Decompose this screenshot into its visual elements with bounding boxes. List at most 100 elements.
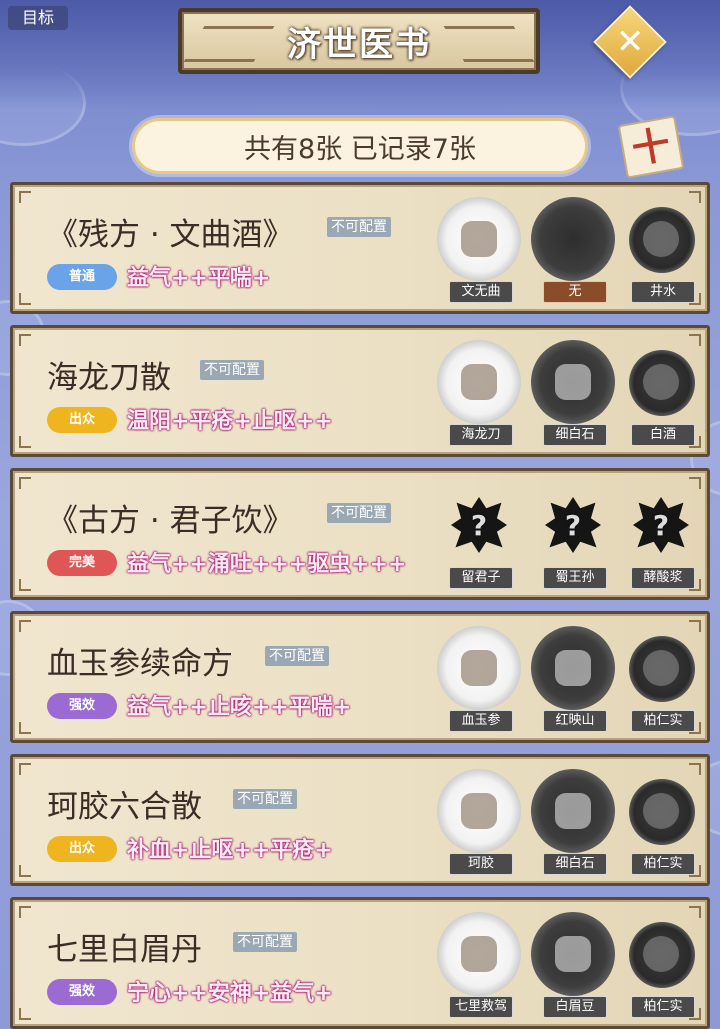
bowl-vessel [619, 626, 703, 710]
recipe-card[interactable]: 《残方 · 文曲酒》 不可配置 普通 益气++平喘+ 文无曲 无 井水 [10, 182, 710, 314]
config-status-tag: 不可配置 [200, 360, 264, 380]
ingredient-label: 珂胶 [449, 853, 513, 875]
config-status-tag: 不可配置 [327, 503, 391, 523]
ingredient-slot[interactable]: ? 酵酸浆 [619, 483, 705, 589]
close-icon: ✕ [615, 22, 645, 62]
seed-icon [619, 769, 703, 853]
ingredient-slot[interactable]: 柏仁实 [619, 626, 705, 732]
stone-icon [531, 769, 615, 853]
ingredient-slot[interactable]: 无 [531, 197, 617, 303]
dark-plate [531, 197, 615, 281]
effects-text: 益气++止咳++平喘+ [127, 695, 352, 720]
ingredient-slot[interactable]: ? 留君子 [437, 483, 523, 589]
herb-icon [531, 626, 615, 710]
recipe-card[interactable]: 《古方 · 君子饮》 不可配置 完美 益气++涌吐+++驱虫+++? 留君子? 蜀王孙? 酵… [10, 468, 710, 600]
ingredient-label: 文无曲 [449, 281, 513, 303]
effects-text: 益气++平喘+ [127, 266, 271, 291]
page-title: 济世医书 [287, 24, 431, 65]
liquor-icon [619, 340, 703, 424]
ingredient-slot[interactable]: ? 蜀王孙 [531, 483, 617, 589]
corner-ornament [19, 1008, 31, 1020]
corner-ornament [19, 722, 31, 734]
ingredient-slot[interactable]: 海龙刀 [437, 340, 523, 446]
mystery-shape: ? [541, 493, 605, 557]
recipe-name: 《残方 · 文曲酒》 [47, 217, 294, 253]
dark-plate [531, 912, 615, 996]
ingredient-label: 细白石 [543, 424, 607, 446]
ingredient-slot[interactable]: 文无曲 [437, 197, 523, 303]
mystery-shape: ? [447, 493, 511, 557]
ingredient-label: 细白石 [543, 853, 607, 875]
seed-icon [619, 912, 703, 996]
scroll-glyph: 十 [628, 122, 674, 172]
unknown-slot: ? [437, 483, 521, 567]
dark-plate [531, 626, 615, 710]
corner-ornament [19, 436, 31, 448]
ingredient-slot[interactable]: 井水 [619, 197, 705, 303]
record-count-banner: 共有8张 已记录7张 [132, 118, 588, 174]
goal-button[interactable]: 目标 [8, 6, 69, 30]
stick-herb-icon [437, 340, 521, 424]
grade-badge: 强效 [47, 693, 117, 719]
ingredient-slot[interactable]: 白眉豆 [531, 912, 617, 1018]
grade-badge: 强效 [47, 979, 117, 1005]
recipe-card[interactable]: 海龙刀散 不可配置 出众 温阳+平疮+止呕++ 海龙刀 细白石 白酒 [10, 325, 710, 457]
grade-badge: 普通 [47, 264, 117, 290]
ingredient-slot[interactable]: 细白石 [531, 340, 617, 446]
recipe-card[interactable]: 七里白眉丹 不可配置强效 宁心++安神+益气+ 七里救驾 白眉豆 柏仁实 [10, 897, 710, 1029]
title-plaque: 济世医书 [178, 8, 540, 74]
recipe-name: 海龙刀散 [47, 360, 171, 396]
mystery-icon: ? [531, 483, 615, 567]
unknown-slot: ? [531, 483, 615, 567]
corner-ornament [19, 477, 31, 489]
ingredient-slot[interactable]: 柏仁实 [619, 912, 705, 1018]
ingredient-slot[interactable]: 白酒 [619, 340, 705, 446]
recipe-card[interactable]: 血玉参续命方 不可配置 强效 益气++止咳++平喘+ 血玉参 红映山 柏仁实 [10, 611, 710, 743]
ginseng-icon [437, 626, 521, 710]
recipe-name: 七里白眉丹 [47, 932, 202, 968]
dark-plate [531, 769, 615, 853]
gelatin-icon [437, 769, 521, 853]
ingredient-label: 留君子 [449, 567, 513, 589]
dark-plate [531, 340, 615, 424]
mystery-shape: ? [629, 493, 693, 557]
ingredient-label: 蜀王孙 [543, 567, 607, 589]
corner-ornament [19, 191, 31, 203]
corner-ornament [19, 865, 31, 877]
recipe-name: 《古方 · 君子饮》 [47, 503, 294, 539]
bowl-vessel [619, 769, 703, 853]
unknown-slot: ? [619, 483, 703, 567]
record-count-text: 共有8张 已记录7张 [244, 133, 476, 165]
config-status-tag: 不可配置 [233, 789, 297, 809]
ingredient-slot[interactable]: 红映山 [531, 626, 617, 732]
recipe-card[interactable]: 珂胶六合散 不可配置 出众 补血+止呕++平疮+ 珂胶 细白石 柏仁实 [10, 754, 710, 886]
config-status-tag: 不可配置 [233, 932, 297, 952]
effects-text: 补血+止呕++平疮+ [127, 838, 333, 863]
scroll-icon[interactable]: 十 [617, 115, 685, 179]
bowl-vessel [619, 340, 703, 424]
herb-icon [437, 197, 521, 281]
recipe-name: 血玉参续命方 [47, 646, 233, 682]
recipe-card-body: 海龙刀散 不可配置 出众 温阳+平疮+止呕++ 海龙刀 细白石 白酒 [13, 328, 707, 454]
ingredient-label: 海龙刀 [449, 424, 513, 446]
corner-ornament [19, 620, 31, 632]
grade-badge: 出众 [47, 407, 117, 433]
flower-icon [437, 912, 521, 996]
recipe-card-body: 《残方 · 文曲酒》 不可配置 普通 益气++平喘+ 文无曲 无 井水 [13, 185, 707, 311]
bowl-vessel [619, 197, 703, 281]
ingredient-slot[interactable]: 细白石 [531, 769, 617, 875]
white-plate [437, 626, 521, 710]
recipe-card-body: 珂胶六合散 不可配置 出众 补血+止呕++平疮+ 珂胶 细白石 柏仁实 [13, 757, 707, 883]
ingredient-label: 红映山 [543, 710, 607, 732]
ingredient-slot[interactable]: 珂胶 [437, 769, 523, 875]
seed-icon [619, 626, 703, 710]
ingredient-slot[interactable]: 七里救驾 [437, 912, 523, 1018]
ingredient-label: 柏仁实 [631, 710, 695, 732]
mystery-icon: ? [437, 483, 521, 567]
ingredient-label: 血玉参 [449, 710, 513, 732]
ingredient-slot[interactable]: 血玉参 [437, 626, 523, 732]
ingredient-label: 白眉豆 [543, 996, 607, 1018]
empty-icon [531, 197, 615, 281]
ingredient-slot[interactable]: 柏仁实 [619, 769, 705, 875]
effects-text: 宁心++安神+益气+ [127, 981, 333, 1006]
